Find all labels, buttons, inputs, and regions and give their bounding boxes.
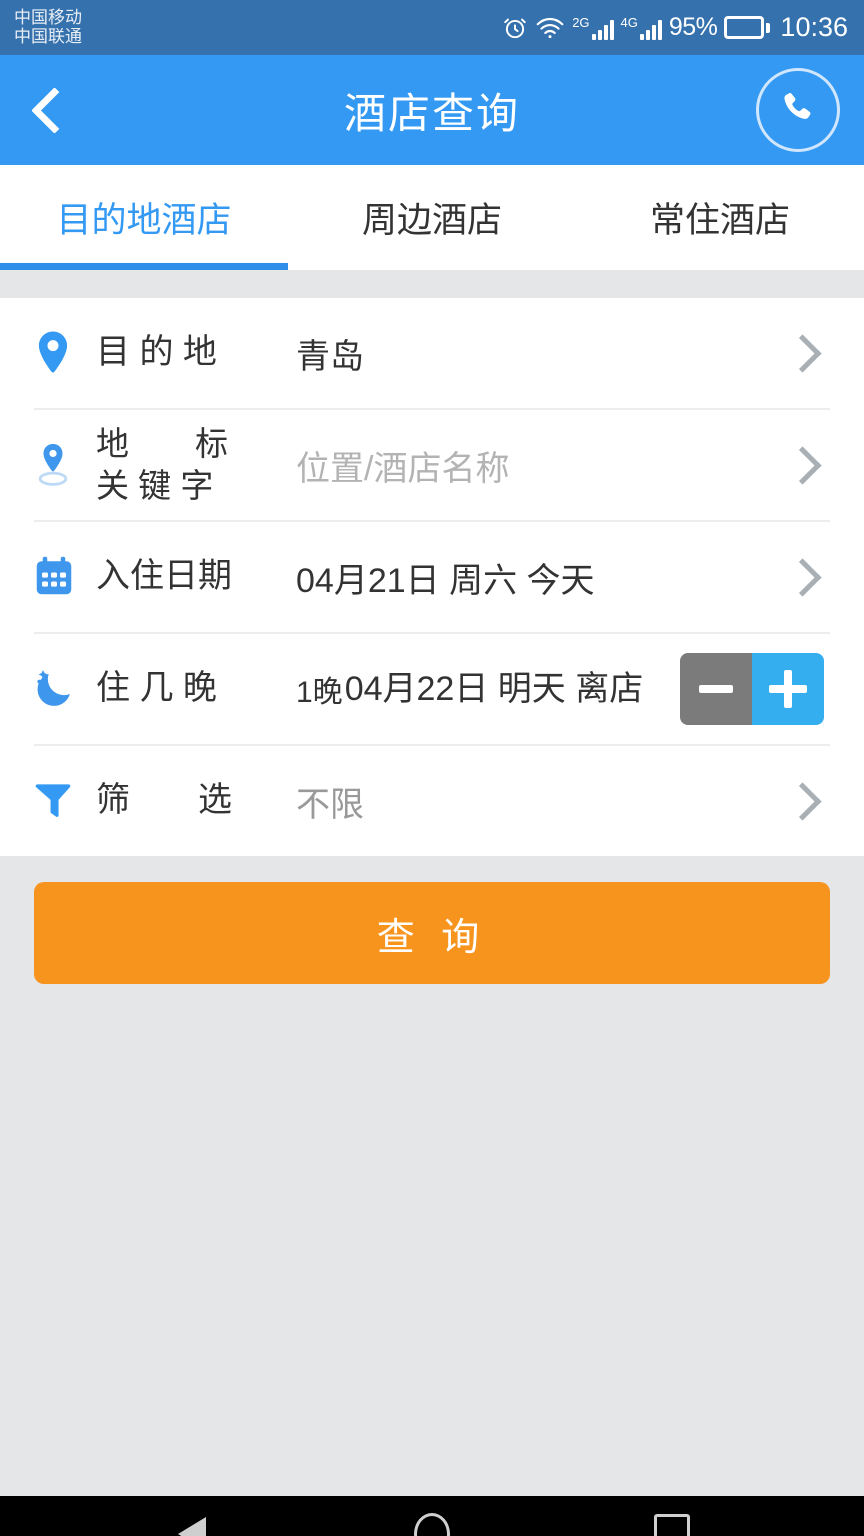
- calendar-icon: [34, 556, 96, 598]
- minus-icon: [699, 685, 733, 693]
- submit-area: 查 询: [0, 856, 864, 1012]
- tab-frequent-hotels[interactable]: 常住酒店: [576, 165, 864, 270]
- nights-stepper: [680, 653, 824, 725]
- chevron-right-icon: [783, 445, 822, 485]
- row-nights[interactable]: 住 几 晚 1晚 04月22日 明天 离店: [34, 634, 830, 746]
- page-background-filler: [0, 1012, 864, 1496]
- filter-funnel-icon: [34, 781, 96, 821]
- alarm-clock-icon: [502, 15, 528, 41]
- tab-label: 目的地酒店: [56, 201, 232, 240]
- search-form: 目 的 地 青岛 地 标 关 键 字 位置/酒店名称 入住日期 04月21日 周…: [0, 298, 864, 856]
- landmark-pin-icon: [34, 440, 96, 490]
- carrier-labels: 中国移动 中国联通: [14, 8, 82, 46]
- tab-destination-hotels[interactable]: 目的地酒店: [0, 165, 288, 270]
- phone-call-icon: [778, 88, 818, 133]
- filter-label: 筛 选: [96, 781, 232, 820]
- checkin-value: 04月21日 周六 今天: [296, 561, 595, 600]
- nav-back-button[interactable]: [152, 1496, 232, 1536]
- status-icons: 2G 4G 95% 10:36: [502, 12, 848, 43]
- call-button[interactable]: [756, 68, 840, 152]
- carrier-secondary: 中国联通: [14, 26, 82, 46]
- nav-recents-button[interactable]: [632, 1496, 712, 1536]
- status-bar: 中国移动 中国联通 2G 4G 95% 10:36: [0, 0, 864, 55]
- landmark-label: 地 标 关 键 字: [96, 423, 286, 507]
- landmark-keyword-input[interactable]: 位置/酒店名称: [286, 441, 773, 490]
- nav-recents-icon: [654, 1514, 690, 1536]
- nav-back-icon: [178, 1517, 206, 1536]
- nights-increment-button[interactable]: [752, 653, 824, 725]
- filter-value: 不限: [296, 785, 364, 824]
- phone-screen: 中国移动 中国联通 2G 4G 95% 10:36 酒店查询 目的地酒店 周边酒…: [0, 0, 864, 1536]
- app-header: 酒店查询: [0, 55, 864, 165]
- nights-count: 1晚: [296, 676, 343, 709]
- checkin-label: 入住日期: [96, 557, 232, 596]
- row-landmark-keyword[interactable]: 地 标 关 键 字 位置/酒店名称: [34, 410, 830, 522]
- chevron-right-icon: [783, 781, 822, 821]
- moon-icon: [34, 668, 96, 710]
- android-nav-bar: [0, 1496, 864, 1536]
- search-button[interactable]: 查 询: [34, 882, 830, 984]
- signal-bars-2: [639, 18, 662, 40]
- destination-value: 青岛: [296, 337, 364, 376]
- page-title: 酒店查询: [343, 89, 520, 137]
- nights-label: 住 几 晚: [96, 669, 217, 708]
- destination-label: 目 的 地: [96, 333, 217, 372]
- landmark-label-line2: 关 键 字: [96, 467, 214, 504]
- checkout-value: 04月22日 明天 离店: [344, 669, 644, 708]
- nights-decrement-button[interactable]: [680, 653, 752, 725]
- row-checkin-date[interactable]: 入住日期 04月21日 周六 今天: [34, 522, 830, 634]
- tab-label: 周边酒店: [361, 201, 502, 240]
- tab-nearby-hotels[interactable]: 周边酒店: [288, 165, 576, 270]
- tab-bar: 目的地酒店 周边酒店 常住酒店: [0, 165, 864, 270]
- nav-home-icon: [414, 1513, 450, 1536]
- battery-icon: [724, 16, 771, 39]
- nights-value-group: 1晚 04月22日 明天 离店: [286, 667, 680, 711]
- chevron-right-icon: [783, 557, 822, 597]
- back-button[interactable]: [0, 55, 100, 165]
- signal-4g: 4G: [621, 16, 662, 40]
- plus-icon: [769, 670, 807, 708]
- landmark-label-line1: 地 标: [96, 424, 228, 462]
- signal-2g: 2G: [572, 16, 614, 40]
- battery-percent: 95%: [668, 13, 718, 41]
- row-destination[interactable]: 目 的 地 青岛: [34, 298, 830, 410]
- row-filter[interactable]: 筛 选 不限: [34, 746, 830, 856]
- status-clock: 10:36: [780, 12, 848, 42]
- map-pin-icon: [34, 330, 96, 376]
- nav-home-button[interactable]: [392, 1496, 472, 1536]
- section-gap: [0, 270, 864, 298]
- wifi-icon: [535, 16, 565, 40]
- carrier-primary: 中国移动: [14, 8, 82, 28]
- chevron-right-icon: [783, 333, 822, 373]
- tab-label: 常住酒店: [649, 201, 790, 240]
- signal-bars-1: [591, 18, 614, 40]
- chevron-left-icon: [30, 86, 78, 134]
